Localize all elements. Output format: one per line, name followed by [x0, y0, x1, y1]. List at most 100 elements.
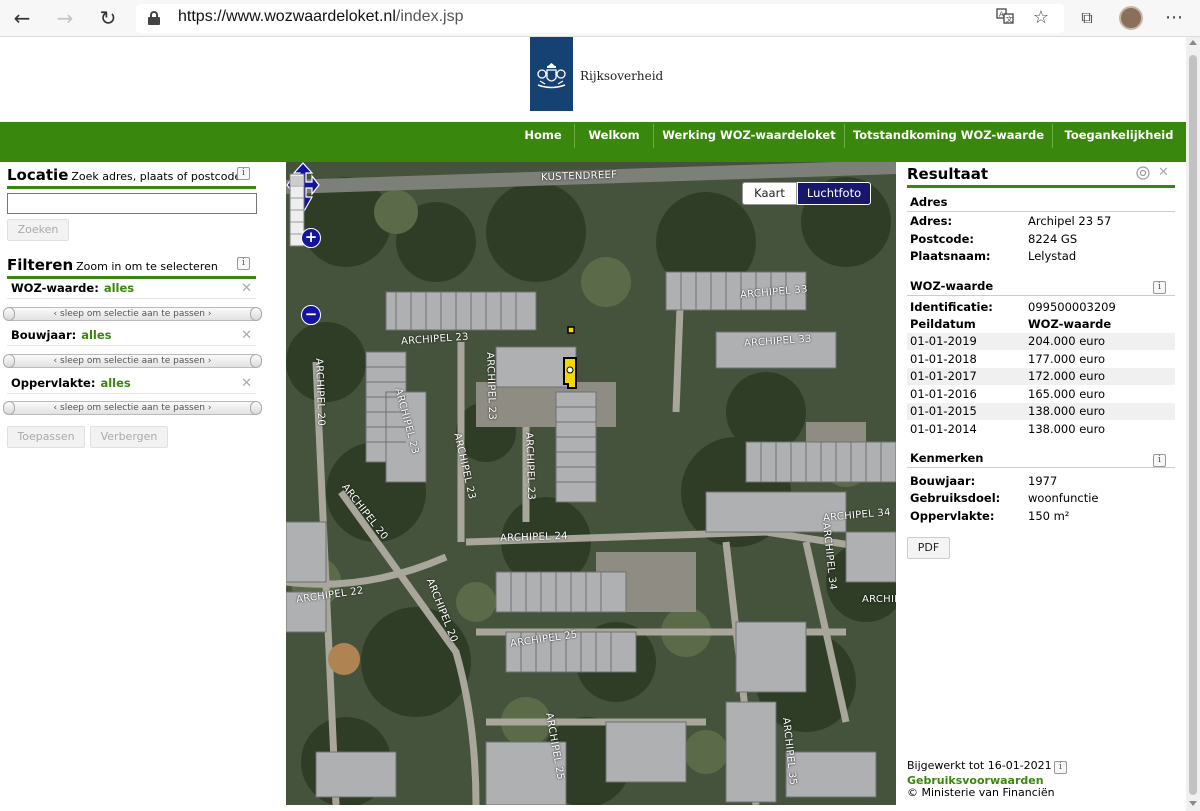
woz-date: 01-01-2017 — [910, 369, 977, 383]
result-title: Resultaat — [907, 165, 989, 183]
refresh-icon[interactable]: ↻ — [95, 6, 121, 30]
bouwjaar-slider[interactable]: ‹ sleep om selectie aan te passen › — [3, 354, 262, 368]
woz-row: 01-01-2015 138.000 euro — [907, 403, 1175, 420]
filteren-info-icon[interactable]: i — [237, 257, 250, 270]
result-row-bouwjaar: Bouwjaar: 1977 — [907, 473, 1175, 490]
close-icon[interactable]: ✕ — [241, 376, 252, 391]
collections-icon[interactable]: ⧉ — [1076, 7, 1098, 29]
scroll-thumb[interactable] — [1189, 55, 1197, 795]
street-label: ARCHIPEL 23 — [523, 432, 537, 501]
locatie-subtitle: Zoek adres, plaats of postcode — [71, 170, 242, 183]
woz-date: 01-01-2015 — [910, 404, 977, 418]
filter-value: alles — [103, 281, 135, 295]
locatie-title: Locatie — [7, 166, 69, 184]
row-value: Lelystad — [1028, 249, 1077, 263]
kenmerken-info-icon[interactable]: i — [1153, 454, 1166, 467]
filter-label: Oppervlakte: — [11, 376, 96, 390]
map-toggle-kaart[interactable]: Kaart — [742, 182, 797, 205]
street-label: ARCHIPEL — [862, 594, 896, 605]
location-search-input[interactable] — [7, 193, 257, 214]
nav-home[interactable]: Home — [512, 122, 574, 150]
nav-welkom[interactable]: Welkom — [575, 122, 653, 150]
profile-avatar[interactable] — [1119, 6, 1143, 30]
woz-date: 01-01-2018 — [910, 352, 977, 366]
result-row-gebruiksdoel: Gebruiksdoel: woonfunctie — [907, 490, 1175, 507]
row-label: Gebruiksdoel: — [910, 491, 1001, 505]
locate-icon[interactable] — [1136, 166, 1150, 180]
filteren-header: Filteren Zoom in om te selecteren — [7, 255, 256, 279]
locatie-header: Locatie Zoek adres, plaats of postcode — [7, 165, 256, 189]
footer-info-icon[interactable]: i — [1054, 761, 1067, 774]
verbergen-button[interactable]: Verbergen — [90, 426, 168, 448]
woz-table-header: Peildatum WOZ-waarde — [907, 316, 1175, 333]
url-text[interactable]: https://www.wozwaardeloket.nl/index.jsp — [178, 8, 463, 26]
close-icon[interactable]: ✕ — [241, 281, 252, 296]
row-value: 099500003209 — [1028, 300, 1116, 314]
nav-werking-woz-waardeloket[interactable]: Werking WOZ-waardeloket — [654, 122, 844, 150]
more-menu-icon[interactable]: ⋯ — [1163, 7, 1185, 29]
map-toggle-luchtfoto[interactable]: Luchtfoto — [797, 182, 871, 205]
woz-row: 01-01-2016 165.000 euro — [907, 386, 1175, 403]
translate-icon[interactable]: A文 — [994, 7, 1016, 31]
slider-handle-min[interactable] — [3, 354, 15, 368]
woz-row: 01-01-2018 177.000 euro — [907, 351, 1175, 368]
row-label: Identificatie: — [910, 300, 993, 314]
row-value: 8224 GS — [1028, 232, 1078, 246]
filter-value: alles — [100, 376, 131, 390]
browser-toolbar: ← → ↻ https://www.wozwaardeloket.nl/inde… — [0, 0, 1200, 37]
locatie-info-icon[interactable]: i — [237, 167, 250, 180]
zoom-out-button[interactable]: − — [301, 305, 321, 325]
close-icon[interactable]: ✕ — [1158, 165, 1169, 180]
woz-row: 01-01-2017 172.000 euro — [907, 368, 1175, 385]
site-header: Rijksoverheid — [0, 37, 1186, 122]
slider-handle-max[interactable] — [250, 401, 262, 415]
coat-of-arms-icon — [537, 63, 566, 89]
lock-icon[interactable] — [148, 11, 160, 25]
nav-toegankelijkheid[interactable]: Toegankelijkheid — [1053, 122, 1185, 150]
logo-text: Rijksoverheid — [580, 69, 664, 83]
woz-waarde-slider[interactable]: ‹ sleep om selectie aan te passen › — [3, 307, 262, 321]
filteren-title: Filteren — [7, 256, 74, 274]
svg-text:A: A — [999, 11, 1004, 19]
scroll-up-icon[interactable] — [1189, 40, 1197, 45]
zoeken-button[interactable]: Zoeken — [7, 219, 69, 241]
street-label: ARCHIPEL 23 — [484, 352, 498, 421]
pdf-button[interactable]: PDF — [907, 537, 950, 559]
result-header: Resultaat — [907, 165, 1175, 188]
slider-handle-min[interactable] — [3, 307, 15, 321]
forward-icon[interactable]: → — [52, 6, 78, 30]
nav-totstandkoming-woz-waarde[interactable]: Totstandkoming WOZ-waarde — [845, 122, 1052, 150]
updated-text: Bijgewerkt tot 16-01-2021 — [907, 759, 1052, 772]
filteren-subtitle: Zoom in om te selecteren — [76, 260, 218, 273]
filter-label: WOZ-waarde: — [11, 281, 99, 295]
favorite-star-icon[interactable]: ☆ — [1030, 7, 1052, 29]
back-icon[interactable]: ← — [9, 6, 35, 30]
oppervlakte-slider[interactable]: ‹ sleep om selectie aan te passen › — [3, 401, 262, 415]
result-row-adres: Adres: Archipel 23 57 — [907, 213, 1175, 230]
page-scrollbar[interactable] — [1186, 37, 1200, 811]
slider-hint: ‹ sleep om selectie aan te passen › — [53, 356, 212, 366]
close-icon[interactable]: ✕ — [241, 328, 252, 343]
scroll-down-icon[interactable] — [1189, 801, 1197, 806]
wozwaarde-header: WOZ-waarde — [1028, 317, 1112, 331]
toepassen-button[interactable]: Toepassen — [7, 426, 85, 448]
address-bar[interactable]: https://www.wozwaardeloket.nl/index.jsp — [136, 4, 1064, 33]
slider-handle-min[interactable] — [3, 401, 15, 415]
woz-value: 177.000 euro — [1028, 352, 1106, 366]
filter-label: Bouwjaar: — [11, 328, 77, 342]
aerial-map[interactable]: KUSTENDREEF ARCHIPEL 33 ARCHIPEL 33 ARCH… — [286, 162, 896, 805]
slider-handle-max[interactable] — [250, 354, 262, 368]
street-label: ARCHIPEL 20 — [313, 358, 327, 427]
row-value: woonfunctie — [1028, 491, 1099, 505]
woz-row: 01-01-2019 204.000 euro — [907, 333, 1175, 350]
woz-info-icon[interactable]: i — [1153, 281, 1166, 294]
rijksoverheid-logo[interactable] — [530, 37, 573, 111]
woz-value: 138.000 euro — [1028, 404, 1106, 418]
woz-section-head: WOZ-waarde — [907, 279, 1175, 296]
slider-hint: ‹ sleep om selectie aan te passen › — [53, 309, 212, 319]
row-value: 1977 — [1028, 474, 1058, 488]
kenmerken-section-head: Kenmerken — [907, 451, 1175, 468]
peildatum-header: Peildatum — [910, 317, 976, 331]
slider-handle-max[interactable] — [250, 307, 262, 321]
zoom-in-button[interactable]: + — [301, 228, 321, 248]
